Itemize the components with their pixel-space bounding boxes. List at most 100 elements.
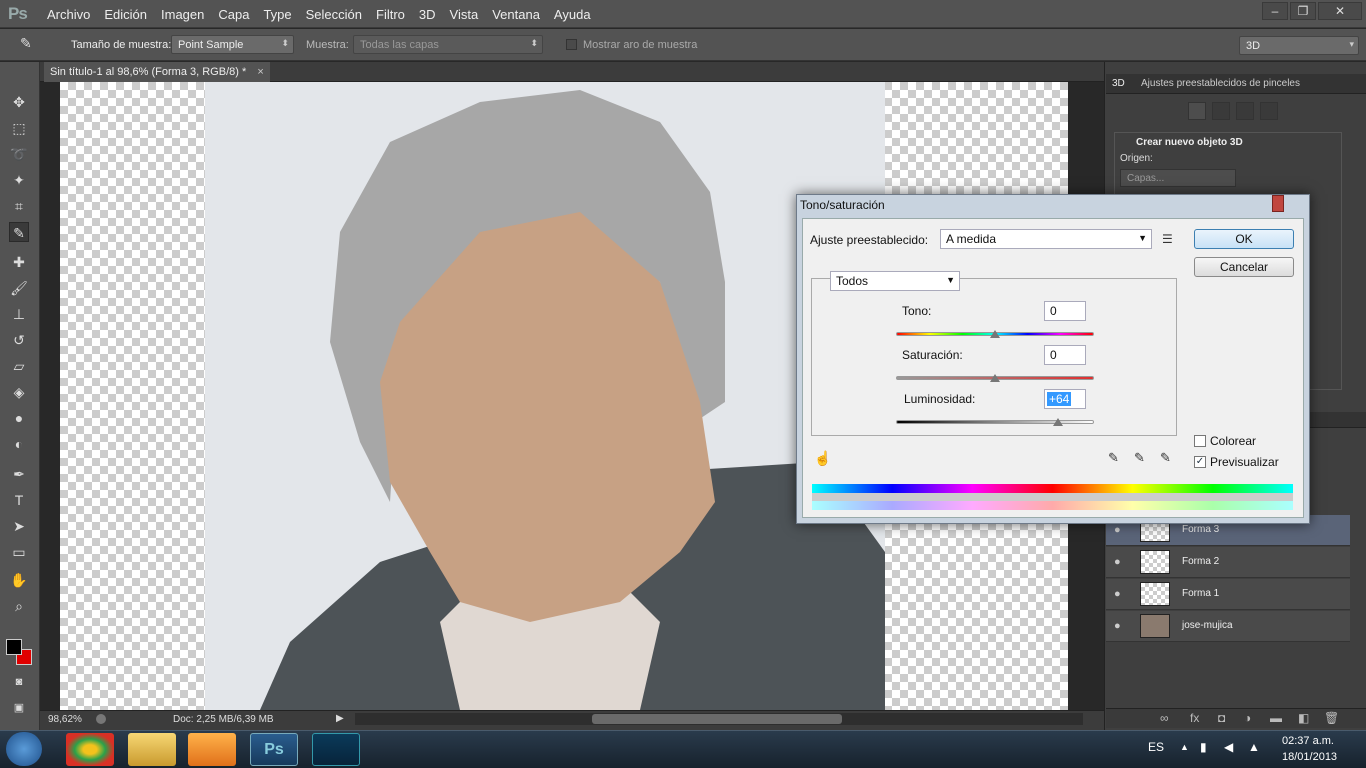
menu-ayuda[interactable]: Ayuda bbox=[547, 7, 598, 22]
saturation-slider-thumb[interactable] bbox=[990, 374, 1000, 382]
restore-button[interactable]: ❐ bbox=[1290, 2, 1316, 20]
menu-vista[interactable]: Vista bbox=[443, 7, 486, 22]
stamp-tool-icon[interactable]: ⊥ bbox=[9, 304, 29, 324]
screen-mode-icon[interactable]: ▣ bbox=[9, 698, 29, 718]
preset-select[interactable]: A medida ▼ bbox=[940, 229, 1152, 249]
eye-icon[interactable]: ● bbox=[1114, 620, 1121, 632]
type-tool-icon[interactable]: T bbox=[9, 490, 29, 510]
zoom-tool-icon[interactable]: ⌕ bbox=[9, 596, 29, 616]
scrollbar-thumb[interactable] bbox=[592, 714, 842, 724]
marquee-tool-icon[interactable]: ⬚ bbox=[9, 118, 29, 138]
group-folder-icon[interactable]: ▬ bbox=[1270, 711, 1282, 725]
eraser-tool-icon[interactable]: ▱ bbox=[9, 356, 29, 376]
layer-row[interactable]: ● Forma 1 bbox=[1106, 579, 1350, 610]
zoom-readout[interactable]: 98,62% bbox=[48, 714, 82, 725]
minimize-button[interactable]: – bbox=[1262, 2, 1288, 20]
menu-3d[interactable]: 3D bbox=[412, 7, 443, 22]
media-player-icon[interactable] bbox=[188, 733, 236, 766]
photoshop-taskbar-icon[interactable]: Ps bbox=[250, 733, 298, 766]
explorer-folder-icon[interactable] bbox=[128, 733, 176, 766]
paint-bucket-tool-icon[interactable]: ◈ bbox=[9, 382, 29, 402]
ok-button[interactable]: OK bbox=[1194, 229, 1294, 249]
language-indicator[interactable]: ES bbox=[1148, 740, 1164, 754]
show-ring-checkbox[interactable] bbox=[566, 39, 577, 50]
tray-arrow-icon[interactable]: ▲ bbox=[1180, 742, 1189, 752]
status-menu-arrow-icon[interactable]: ▶ bbox=[336, 713, 344, 724]
dialog-close-icon[interactable] bbox=[1272, 195, 1284, 212]
hue-slider-thumb[interactable] bbox=[990, 330, 1000, 338]
workspace-select[interactable]: 3D ▾ bbox=[1239, 36, 1359, 55]
windows-start-icon[interactable] bbox=[6, 732, 42, 766]
origin-select[interactable]: Capas... bbox=[1120, 169, 1236, 187]
signal-icon[interactable]: ▮ bbox=[1200, 740, 1207, 754]
crop-tool-icon[interactable]: ⌗ bbox=[9, 196, 29, 216]
close-button[interactable]: ✕ bbox=[1318, 2, 1362, 20]
menu-filtro[interactable]: Filtro bbox=[369, 7, 412, 22]
shape-tool-icon[interactable]: ▭ bbox=[9, 542, 29, 562]
channel-select[interactable]: Todos ▼ bbox=[830, 271, 960, 291]
lightness-slider-thumb[interactable] bbox=[1053, 418, 1064, 426]
path-selection-tool-icon[interactable]: ➤ bbox=[9, 516, 29, 536]
sample-size-select[interactable]: Point Sample ⬍ bbox=[171, 35, 294, 54]
cancel-button[interactable]: Cancelar bbox=[1194, 257, 1294, 277]
material-icon[interactable] bbox=[1236, 102, 1254, 120]
lightness-slider-track[interactable] bbox=[896, 420, 1094, 424]
dodge-tool-icon[interactable]: ◐ bbox=[9, 434, 29, 454]
hand-tool-icon[interactable]: ✋ bbox=[9, 570, 29, 590]
mesh-icon[interactable] bbox=[1212, 102, 1230, 120]
lasso-tool-icon[interactable]: ➰ bbox=[9, 144, 29, 164]
layer-row[interactable]: ● jose-mujica bbox=[1106, 611, 1350, 642]
move-tool-icon[interactable]: ✥ bbox=[9, 92, 29, 112]
clock-time[interactable]: 02:37 a.m. bbox=[1282, 735, 1334, 747]
preset-options-icon[interactable]: ☰ bbox=[1162, 232, 1173, 246]
menu-capa[interactable]: Capa bbox=[211, 7, 256, 22]
scene-icon[interactable] bbox=[1188, 102, 1206, 120]
tab-brush-presets[interactable]: Ajustes preestablecidos de pinceles bbox=[1141, 78, 1300, 96]
app-taskbar-icon[interactable] bbox=[312, 733, 360, 766]
eyedropper-plus-icon[interactable]: ✎ bbox=[1134, 450, 1145, 466]
link-icon[interactable]: ∞ bbox=[1160, 711, 1169, 725]
layer-row[interactable]: ● Forma 2 bbox=[1106, 547, 1350, 578]
eye-icon[interactable]: ● bbox=[1114, 524, 1121, 536]
close-tab-icon[interactable]: × bbox=[257, 66, 263, 78]
menu-edicion[interactable]: Edición bbox=[97, 7, 154, 22]
healing-brush-tool-icon[interactable]: ✚ bbox=[9, 252, 29, 272]
blur-tool-icon[interactable]: ● bbox=[9, 408, 29, 428]
eyedropper-tool-icon[interactable]: ✎ bbox=[9, 222, 29, 242]
menu-archivo[interactable]: Archivo bbox=[40, 7, 97, 22]
pen-tool-icon[interactable]: ✒ bbox=[9, 464, 29, 484]
volume-icon[interactable]: ◀ bbox=[1224, 740, 1233, 754]
hue-input[interactable]: 0 bbox=[1044, 301, 1086, 321]
eye-icon[interactable]: ● bbox=[1114, 588, 1121, 600]
trash-icon[interactable]: 🗑 bbox=[1324, 711, 1339, 725]
eyedropper-icon[interactable]: ✎ bbox=[20, 35, 42, 55]
magic-wand-tool-icon[interactable]: ✦ bbox=[9, 170, 29, 190]
preview-checkbox[interactable]: ✓ bbox=[1194, 456, 1206, 468]
tab-3d[interactable]: 3D bbox=[1112, 78, 1125, 96]
fx-icon[interactable]: fx bbox=[1190, 711, 1199, 725]
eye-icon[interactable]: ● bbox=[1114, 556, 1121, 568]
new-layer-icon[interactable]: ◧ bbox=[1298, 711, 1309, 725]
chrome-icon[interactable] bbox=[66, 733, 114, 766]
document-tab[interactable]: Sin título-1 al 98,6% (Forma 3, RGB/8) *… bbox=[44, 62, 270, 82]
menu-seleccion[interactable]: Selección bbox=[299, 7, 369, 22]
mask-icon[interactable]: ◘ bbox=[1218, 711, 1225, 725]
sample-select[interactable]: Todas las capas ⬍ bbox=[353, 35, 543, 54]
adjustment-icon[interactable]: ◑ bbox=[1244, 711, 1251, 725]
eyedropper-minus-icon[interactable]: ✎ bbox=[1160, 450, 1171, 466]
light-icon[interactable] bbox=[1260, 102, 1278, 120]
history-brush-tool-icon[interactable]: ↺ bbox=[9, 330, 29, 350]
foreground-color-swatch-top[interactable] bbox=[6, 639, 22, 655]
eyedropper-icon[interactable]: ✎ bbox=[1108, 450, 1119, 466]
menu-imagen[interactable]: Imagen bbox=[154, 7, 211, 22]
drive-icon[interactable]: ▲ bbox=[1248, 740, 1260, 754]
menu-ventana[interactable]: Ventana bbox=[485, 7, 547, 22]
colorize-checkbox[interactable] bbox=[1194, 435, 1206, 447]
clock-date[interactable]: 18/01/2013 bbox=[1282, 751, 1337, 763]
lightness-input[interactable]: +64 bbox=[1044, 389, 1086, 409]
hand-adjust-icon[interactable]: ☝ bbox=[814, 450, 831, 467]
saturation-input[interactable]: 0 bbox=[1044, 345, 1086, 365]
quick-mask-icon[interactable]: ◙ bbox=[9, 672, 29, 692]
brush-tool-icon[interactable]: 🖌 bbox=[9, 278, 29, 298]
menu-type[interactable]: Type bbox=[256, 7, 298, 22]
